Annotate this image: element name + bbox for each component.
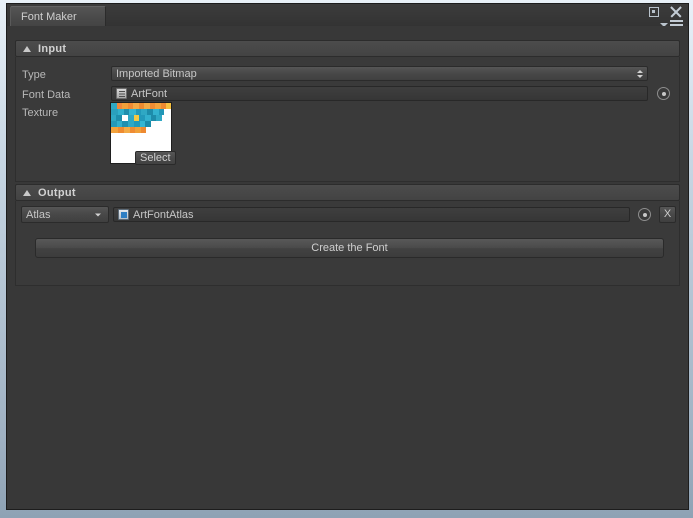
atlas-clear-button[interactable]: X: [659, 206, 676, 223]
desktop-background: Font Maker Input Type Imported Bitmap Fo…: [0, 0, 693, 518]
updown-arrows-icon: [637, 69, 643, 78]
tab-strip: Font Maker: [7, 4, 688, 30]
atlas-object-picker-icon[interactable]: [638, 208, 651, 221]
window-frame: Font Maker Input Type Imported Bitmap Fo…: [0, 0, 693, 518]
prefab-asset-icon: [118, 209, 129, 220]
input-section-title: Input: [38, 42, 67, 55]
atlas-type-value: Atlas: [26, 208, 51, 221]
font-data-label: Font Data: [22, 89, 71, 101]
atlas-type-dropdown[interactable]: Atlas: [21, 206, 109, 223]
triangle-down-icon: [23, 45, 31, 52]
close-icon[interactable]: [670, 6, 682, 18]
window-controls: [648, 6, 682, 18]
font-data-object-picker-icon[interactable]: [657, 87, 670, 100]
texture-preview-art: [111, 103, 171, 133]
font-data-object-field[interactable]: ArtFont: [111, 86, 648, 101]
texture-label: Texture: [22, 107, 59, 119]
tab-font-maker[interactable]: Font Maker: [10, 6, 106, 26]
text-asset-icon: [116, 88, 127, 99]
input-section-header[interactable]: Input: [15, 40, 680, 57]
output-section-title: Output: [38, 186, 76, 199]
output-section-header[interactable]: Output: [15, 184, 680, 201]
create-font-button[interactable]: Create the Font: [35, 238, 664, 258]
texture-select-button[interactable]: Select: [135, 151, 176, 165]
unity-editor-window: Font Maker Input Type Imported Bitmap Fo…: [6, 3, 689, 510]
type-dropdown[interactable]: Imported Bitmap: [111, 66, 648, 81]
window-body: Input Type Imported Bitmap Font Data Art…: [7, 26, 688, 509]
maximize-icon[interactable]: [648, 6, 660, 18]
triangle-down-icon: [23, 189, 31, 196]
atlas-object-value: ArtFontAtlas: [133, 208, 194, 221]
type-label: Type: [22, 69, 46, 81]
chevron-down-icon: [95, 213, 101, 216]
type-dropdown-value: Imported Bitmap: [116, 67, 197, 80]
atlas-object-field[interactable]: ArtFontAtlas: [113, 207, 630, 222]
texture-glyph-row: [111, 127, 171, 133]
font-data-value: ArtFont: [131, 87, 168, 100]
